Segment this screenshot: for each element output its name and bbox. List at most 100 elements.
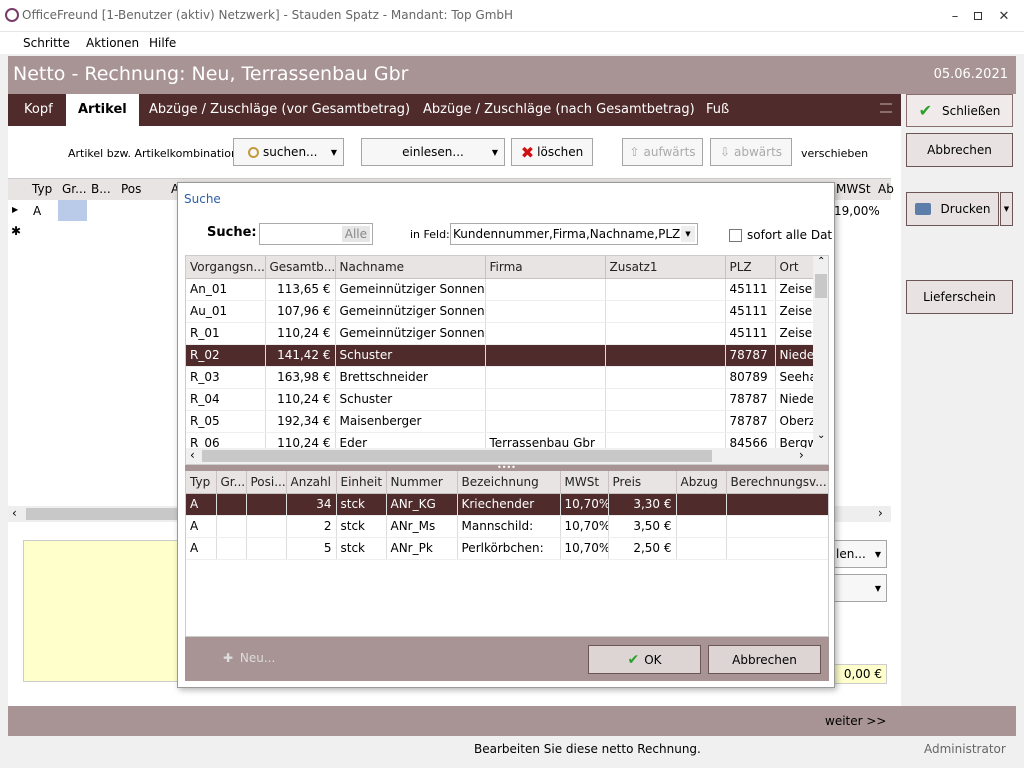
tab-menu-icon[interactable] [880,103,892,113]
details-cell[interactable]: stck [336,537,387,560]
results-cell[interactable]: 78787 [725,410,776,433]
details-cell[interactable]: A [186,537,217,560]
tab-abzuege-nach[interactable]: Abzüge / Zuschläge (nach Gesamtbetrag) [423,94,695,126]
grid-header-ab[interactable]: Ab [878,182,894,196]
results-cell[interactable]: 45111 [725,300,776,323]
delete-button[interactable]: ✖ löschen [511,138,593,166]
grid-header-mwst[interactable]: MWSt [836,182,871,196]
results-cell[interactable]: Gemeinnütziger Sonnen... [335,322,486,345]
results-cell[interactable]: Maisenberger [335,410,486,433]
print-dropdown-button[interactable]: ▼ [1000,192,1013,226]
results-cell[interactable] [485,278,606,301]
details-cell[interactable] [216,537,247,560]
results-cell[interactable]: R_03 [186,366,266,389]
results-cell[interactable]: 80789 [725,366,776,389]
details-cell[interactable]: 10,70% [560,493,609,516]
grid-header-typ[interactable]: Typ [32,182,52,196]
results-header-plz[interactable]: PLZ [725,256,776,279]
delivery-note-button[interactable]: Lieferschein [906,280,1013,314]
details-cell[interactable]: Mannschild: [457,515,561,538]
results-cell[interactable]: 192,34 € [265,410,336,433]
grid-header-b[interactable]: B... [91,182,111,196]
close-button[interactable]: ✔ Schließen [906,94,1013,127]
details-header-nummer[interactable]: Nummer [386,471,458,494]
details-cell[interactable] [726,537,828,560]
results-cell[interactable]: R_05 [186,410,266,433]
tab-abzuege-vor[interactable]: Abzüge / Zuschläge (vor Gesamtbetrag) [149,94,410,126]
results-vscrollbar[interactable]: ⌃ ⌄ [813,256,828,464]
scroll-right-icon[interactable]: › [799,448,804,462]
results-cell[interactable]: An_01 [186,278,266,301]
tab-artikel[interactable]: Artikel [66,94,139,126]
details-cell[interactable]: ANr_KG [386,493,458,516]
all-button[interactable]: Alle [341,226,370,242]
details-cell[interactable] [216,515,247,538]
close-window-button[interactable]: ✕ [981,0,1024,32]
details-cell[interactable]: stck [336,515,387,538]
details-cell[interactable] [676,493,727,516]
tab-kopf[interactable]: Kopf [24,94,53,126]
results-cell[interactable] [485,344,606,367]
results-cell[interactable]: 45111 [725,278,776,301]
results-cell[interactable]: Nieders [775,388,814,411]
ok-button[interactable]: ✔ OK [588,645,701,674]
read-dropdown-button[interactable]: einlesen... ▼ [361,138,505,166]
details-row[interactable]: A 34 stck ANr_KG Kriechender 10,70% 3,30 € [186,493,828,516]
results-cell[interactable]: Gemeinnütziger Sonnen... [335,300,486,323]
details-cell[interactable]: 34 [286,493,337,516]
details-cell[interactable] [216,493,247,516]
details-cell[interactable] [246,515,287,538]
details-header-abzug[interactable]: Abzug [676,471,727,494]
results-row[interactable]: R_05 192,34 € Maisenberger 78787 Oberz [186,410,814,433]
bottom-select-2[interactable]: ▼ [829,574,887,602]
results-cell[interactable]: Oberz [775,410,814,433]
results-header-nachname[interactable]: Nachname [335,256,486,279]
results-cell[interactable]: Schuster [335,344,486,367]
results-cell[interactable]: Schuster [335,388,486,411]
results-cell[interactable]: 141,42 € [265,344,336,367]
details-cell[interactable]: ANr_Pk [386,537,458,560]
details-header-einheit[interactable]: Einheit [336,471,387,494]
results-row[interactable]: R_02141,42 €Schuster 78787Nieders [186,344,814,367]
details-cell[interactable]: 10,70% [560,537,609,560]
details-cell[interactable] [676,537,727,560]
details-header-anzahl[interactable]: Anzahl [286,471,337,494]
details-cell[interactable]: 5 [286,537,337,560]
results-row[interactable]: R_04110,24 €Schuster 78787Nieders [186,388,814,411]
scroll-down-icon[interactable]: ⌄ [817,430,825,441]
results-cell[interactable]: 110,24 € [265,322,336,345]
details-cell[interactable]: 2,50 € [608,537,677,560]
results-cell[interactable] [605,322,726,345]
tab-fuss[interactable]: Fuß [706,94,729,126]
grid-header-pos[interactable]: Pos [121,182,141,196]
results-header-vorgang[interactable]: Vorgangsn... [186,256,266,279]
results-cell[interactable] [485,300,606,323]
results-row[interactable]: R_01 110,24 € Gemeinnütziger Sonnen... 4511… [186,322,814,345]
results-cell[interactable]: Seeha [775,366,814,389]
details-cell[interactable]: Perlkörbchen: [457,537,561,560]
print-button[interactable]: Drucken [906,192,999,226]
results-cell[interactable]: Zeisen [775,322,814,345]
details-header-bezeichnung[interactable]: Bezeichnung [457,471,561,494]
results-cell[interactable]: R_02 [186,344,266,367]
details-header-posi[interactable]: Posi... [246,471,287,494]
details-header-berechnung[interactable]: Berechnungsv... [726,471,828,494]
results-cell[interactable]: 107,96 € [265,300,336,323]
results-cell[interactable]: Gemeinnütziger Sonnen... [335,278,486,301]
cancel-right-button[interactable]: Abbrechen [906,133,1013,167]
details-header-preis[interactable]: Preis [608,471,677,494]
results-cell[interactable]: Zeisen [775,300,814,323]
details-cell[interactable]: ANr_Ms [386,515,458,538]
menu-hilfe[interactable]: Hilfe [149,36,176,50]
results-cell[interactable]: Brettschneider [335,366,486,389]
results-cell[interactable] [605,300,726,323]
results-header-ort[interactable]: Ort [775,256,814,279]
details-header-gr[interactable]: Gr... [216,471,247,494]
results-cell[interactable]: Zeisen [775,278,814,301]
grid-header-gr[interactable]: Gr... [62,182,87,196]
menu-schritte[interactable]: Schritte [23,36,70,50]
grid-cell-gr-selected[interactable] [58,200,87,221]
details-cell[interactable]: A [186,515,217,538]
grid-cell-typ[interactable]: A [33,204,41,218]
details-header-mwst[interactable]: MWSt [560,471,609,494]
